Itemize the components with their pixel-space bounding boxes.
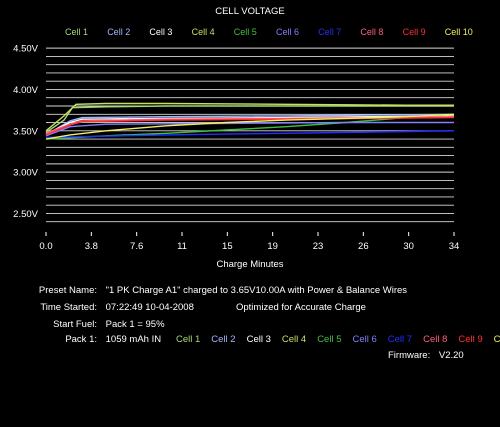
legend-entry-5: Cell 5 <box>234 27 257 37</box>
x-tick-label-5: 19 <box>267 241 278 252</box>
legend-entry-7: Cell 7 <box>318 27 341 37</box>
y-tick-label-4: 2.50V <box>13 209 38 220</box>
pack-row: Pack 1: 1059 mAh IN <box>33 334 161 345</box>
charger-report: CELL VOLTAGE Cell 1 Cell 2 Cell 3 Cell 4 Cell… <box>0 0 500 427</box>
preset-value: "1 PK Charge A1" charged to 3.65V10.00A … <box>105 285 408 296</box>
pack-value: 1059 mAh IN <box>105 334 162 345</box>
x-tick-label-4: 15 <box>222 241 233 252</box>
preset-row: Preset Name: "1 PK Charge A1" charged to… <box>33 285 407 296</box>
x-tick-label-8: 30 <box>403 241 414 252</box>
firmware-label: Firmware: <box>388 350 431 361</box>
y-tick-label-3: 3.00V <box>13 168 38 179</box>
legend-entry-9: Cell 9 <box>403 27 426 37</box>
optimized-text: Optimized for Accurate Charge <box>236 302 366 313</box>
fuel-value: Pack 1 = 95% <box>105 319 165 330</box>
preset-label: Preset Name: <box>38 285 97 296</box>
legend-entry-10: Cell 10 <box>445 27 473 37</box>
pack-legend-cell-2: Cell 2 <box>211 334 236 345</box>
x-tick-label-2: 7.6 <box>130 241 143 252</box>
pack-legend-cell-8: Cell 8 <box>423 334 448 345</box>
fuel-row: Start Fuel: Pack 1 = 95% <box>33 319 165 330</box>
pack-legend-cell-7: Cell 7 <box>387 334 413 345</box>
time-row: Time Started: 07:22:49 10-04-2008 <box>33 302 194 313</box>
pack-legend-cell-6: Cell 6 <box>352 334 377 345</box>
x-tick-label-3: 11 <box>177 241 187 252</box>
pack-legend-cell-9: Cell 9 <box>458 334 483 345</box>
pack-legend-cell-4: Cell 4 <box>281 334 307 345</box>
y-tick-label-2: 3.50V <box>13 126 38 137</box>
pack-legend-cell-10: Cell 10 <box>493 334 500 345</box>
cell-voltage-chart: CELL VOLTAGE Cell 1 Cell 2 Cell 3 Cell 4 Cell… <box>13 6 473 270</box>
time-label: Time Started: <box>40 302 97 313</box>
legend-entry-1: Cell 1 <box>65 27 88 37</box>
pack-legend-cell-5: Cell 5 <box>317 334 342 345</box>
legend-entry-4: Cell 4 <box>192 27 215 37</box>
legend-entry-2: Cell 2 <box>107 27 130 37</box>
pack-cell-legend: Cell 1 Cell 2 Cell 3 Cell 4 Cell 5 Cell 6 Cell… <box>176 334 500 345</box>
time-value: 07:22:49 10-04-2008 <box>105 302 194 313</box>
pack-legend-cell-1: Cell 1 <box>176 334 201 345</box>
x-axis-label: Charge Minutes <box>216 259 283 270</box>
series-line-cell-7 <box>45 130 455 139</box>
pack-label: Pack 1: <box>65 334 97 345</box>
legend-entry-3: Cell 3 <box>149 27 172 37</box>
pack-legend-cell-3: Cell 3 <box>246 334 271 345</box>
legend-entry-6: Cell 6 <box>276 27 299 37</box>
x-tick-label-9: 34 <box>449 241 460 252</box>
y-tick-label-0: 4.50V <box>13 44 38 55</box>
fuel-label: Start Fuel: <box>53 319 97 330</box>
x-tick-label-0: 0.0 <box>39 241 52 252</box>
legend-entry-8: Cell 8 <box>360 27 383 37</box>
x-tick-label-7: 26 <box>358 241 369 252</box>
x-tick-label-1: 3.8 <box>85 241 98 252</box>
firmware-value: V2.20 <box>438 350 464 361</box>
chart-title: CELL VOLTAGE <box>215 6 285 17</box>
x-tick-label-6: 23 <box>313 241 324 252</box>
y-tick-label-1: 4.00V <box>13 85 38 96</box>
firmware-row: Firmware: V2.20 <box>388 350 464 361</box>
